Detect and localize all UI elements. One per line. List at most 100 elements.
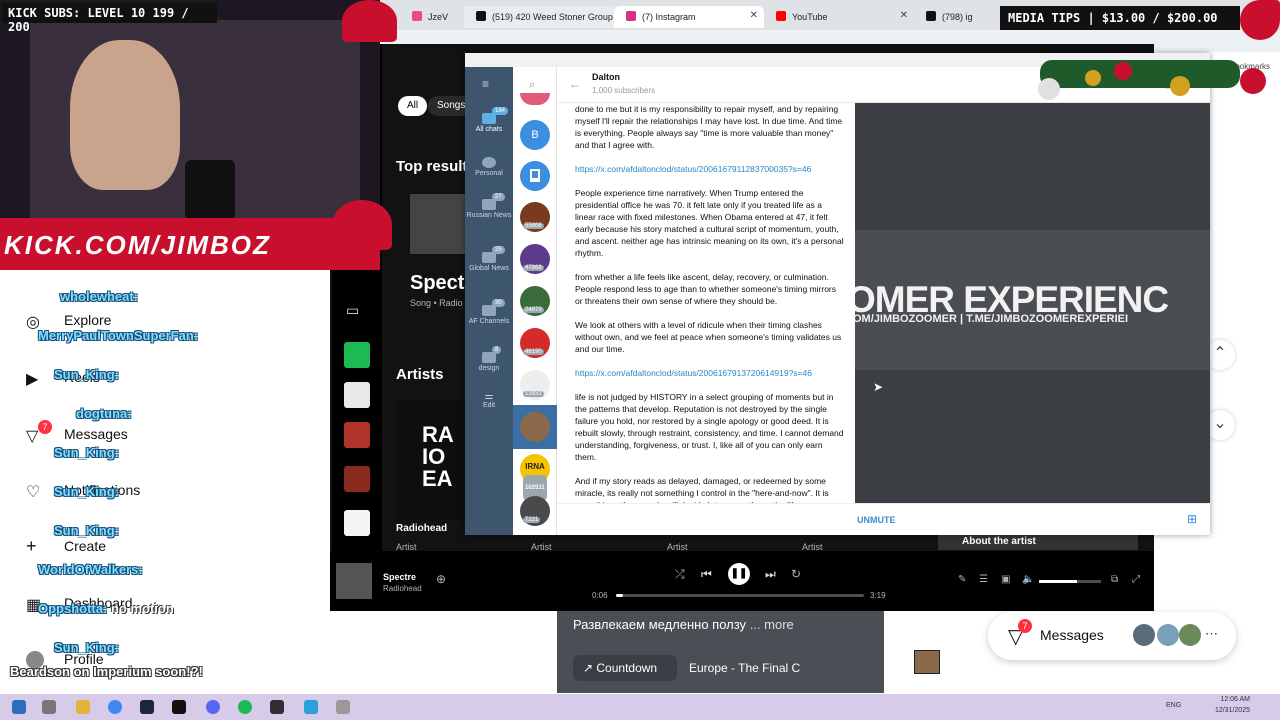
add-to-library-icon[interactable]: ⊕ [436, 572, 446, 586]
gift-icon[interactable]: ⊞ [1187, 512, 1197, 526]
chat-avatar[interactable]: 24873 [520, 286, 550, 316]
now-playing-track[interactable]: Spectre [383, 572, 416, 582]
saved-messages-avatar[interactable] [520, 161, 550, 191]
chat-avatar[interactable]: B [520, 120, 550, 150]
obs-icon[interactable] [270, 700, 284, 714]
playlist-cover[interactable] [344, 422, 370, 448]
connect-device-icon[interactable]: ▣ [1001, 574, 1010, 585]
playlist-cover[interactable] [344, 382, 370, 408]
close-icon[interactable]: ✕ [900, 10, 908, 21]
message-link[interactable]: https://x.com/afdaltonclod/status/200616… [575, 164, 811, 174]
telegram-folder-sidebar: ≡ 184 All chats Personal 27 Russian News… [465, 67, 513, 535]
channel-name[interactable]: Dalton [592, 72, 620, 82]
fullscreen-icon[interactable]: ⤢ [1132, 574, 1140, 585]
top-result-heading: Top result [396, 158, 468, 175]
clock-date[interactable]: 12/31/2025 [1205, 707, 1250, 714]
folder-personal[interactable]: Personal [465, 157, 513, 177]
chat-username: Sun_King: [54, 640, 119, 655]
app-icon[interactable] [336, 700, 350, 714]
playlist-cover[interactable] [344, 510, 370, 536]
instagram-icon [626, 11, 636, 21]
chat-avatar[interactable] [520, 93, 550, 105]
miniplayer-icon[interactable]: ⧉ [1111, 574, 1118, 585]
now-playing-cover[interactable] [336, 563, 372, 599]
microphone [185, 160, 235, 220]
browser-tab[interactable]: (519) 420 Weed Stoner Group [464, 6, 614, 28]
queue-icon[interactable]: ☰ [979, 574, 988, 585]
shuffle-icon[interactable]: ⤮ [675, 567, 685, 582]
chrome-icon[interactable] [108, 700, 122, 714]
browser-tab-active[interactable]: (7) Instagram ✕ [614, 6, 764, 28]
folder-design[interactable]: 8 design [465, 346, 513, 372]
chat-message: Oppshotta: no motion [38, 601, 174, 616]
audio-thumbnail[interactable] [914, 650, 940, 674]
message-link[interactable]: https://x.com/afdaltonclod/status/200616… [575, 368, 812, 378]
repeat-icon[interactable]: ↻ [791, 567, 801, 581]
folder-icon[interactable]: ▭ [346, 302, 368, 324]
language-indicator[interactable]: ENG [1166, 702, 1181, 709]
file-explorer-icon[interactable] [76, 700, 90, 714]
search-icon[interactable]: ⌕ [529, 79, 535, 92]
folder-global-news[interactable]: 25 Global News [465, 246, 513, 272]
menu-icon[interactable]: ≡ [482, 77, 489, 91]
countdown-chip[interactable]: ↗ Countdown [573, 655, 677, 681]
selected-chat-highlight[interactable] [513, 405, 557, 449]
about-the-artist[interactable]: About the artist [938, 534, 1138, 550]
chat-avatar[interactable]: 7221 [520, 496, 550, 526]
folder-russian-news[interactable]: 27 Russian News [465, 193, 513, 219]
artist-name[interactable]: Radiohead [396, 523, 447, 534]
more-link[interactable]: ... more [750, 617, 794, 632]
message-paragraph: done to me but it is my responsibility t… [575, 104, 843, 150]
nav-explore[interactable]: ◎ Explore [26, 312, 111, 331]
close-icon[interactable]: ✕ [750, 10, 758, 21]
more-icon[interactable]: ⋯ [1205, 626, 1218, 642]
filter-chip-all[interactable]: All [398, 96, 428, 116]
terminal-icon[interactable] [172, 700, 186, 714]
browser-tab[interactable]: YouTube ✕ [764, 6, 914, 28]
back-arrow-icon[interactable]: ← [569, 77, 581, 91]
browser-tab[interactable]: JzeV [400, 6, 470, 28]
top-result-cover[interactable] [410, 194, 465, 254]
previous-icon[interactable]: ⏮ [701, 567, 712, 582]
clock-time[interactable]: 12:06 AM [1205, 696, 1250, 703]
playlist-cover[interactable] [344, 466, 370, 492]
folder-af-channels[interactable]: 30 AF Channels [465, 299, 513, 325]
browser-tab[interactable]: (798) ig [914, 6, 984, 28]
telegram-icon[interactable] [304, 700, 318, 714]
spotify-icon[interactable] [238, 700, 252, 714]
artist-card-image[interactable]: RA IO EA [396, 400, 471, 520]
audio-track-link[interactable]: Europe - The Final C [689, 661, 800, 675]
ornament [1038, 78, 1060, 100]
ornament [1114, 62, 1132, 80]
liked-songs-icon[interactable] [344, 342, 370, 368]
progress-bar[interactable] [616, 594, 864, 597]
steam-icon[interactable] [140, 700, 154, 714]
lyrics-icon[interactable]: ✎ [958, 574, 966, 585]
volume-slider[interactable] [1039, 580, 1101, 583]
windows-start-icon[interactable] [12, 700, 26, 714]
nav-create[interactable]: + Create [26, 536, 106, 556]
media-tips-goal: MEDIA TIPS | $13.00 / $200.00 [1000, 6, 1240, 30]
chat-avatar[interactable]: IRNA 102511 [520, 454, 550, 501]
unmute-button[interactable]: UNMUTE [857, 515, 896, 525]
task-view-icon[interactable] [42, 700, 56, 714]
messages-floating-button[interactable]: ▽ 7 Messages ⋯ [988, 612, 1236, 660]
ornament [1240, 68, 1266, 94]
video-banner-subtitle: OM/JIMBOZOOMER | T.ME/JIMBOZOOMEREXPERIE… [855, 313, 1129, 325]
top-result-title[interactable]: Spect [410, 272, 464, 295]
chat-avatar[interactable]: 13931 [520, 370, 550, 400]
subscriber-count: 1,000 subscribers [592, 86, 656, 95]
next-icon[interactable]: ⏭ [765, 567, 776, 582]
nav-messages[interactable]: ▽ 7 Messages [26, 420, 128, 445]
folder-edit[interactable]: ⚌ Edit [465, 391, 513, 409]
volume-icon[interactable]: 🔈 [1022, 574, 1034, 585]
discord-icon[interactable] [206, 700, 220, 714]
stream-chat-overlay: ◎ Explore ▶ Reels ▽ 7 Messages ♡ Notificati… [0, 270, 330, 695]
pause-button[interactable]: ❚❚ [728, 563, 750, 585]
now-playing-artist[interactable]: Radiohead [383, 584, 422, 593]
folder-all-chats[interactable]: 184 All chats [465, 107, 513, 133]
chat-avatar[interactable]: 47868 [520, 244, 550, 274]
chat-avatar[interactable]: 55806 [520, 202, 550, 232]
streamer-figure [70, 40, 180, 190]
chat-avatar[interactable]: 46190 [520, 328, 550, 358]
